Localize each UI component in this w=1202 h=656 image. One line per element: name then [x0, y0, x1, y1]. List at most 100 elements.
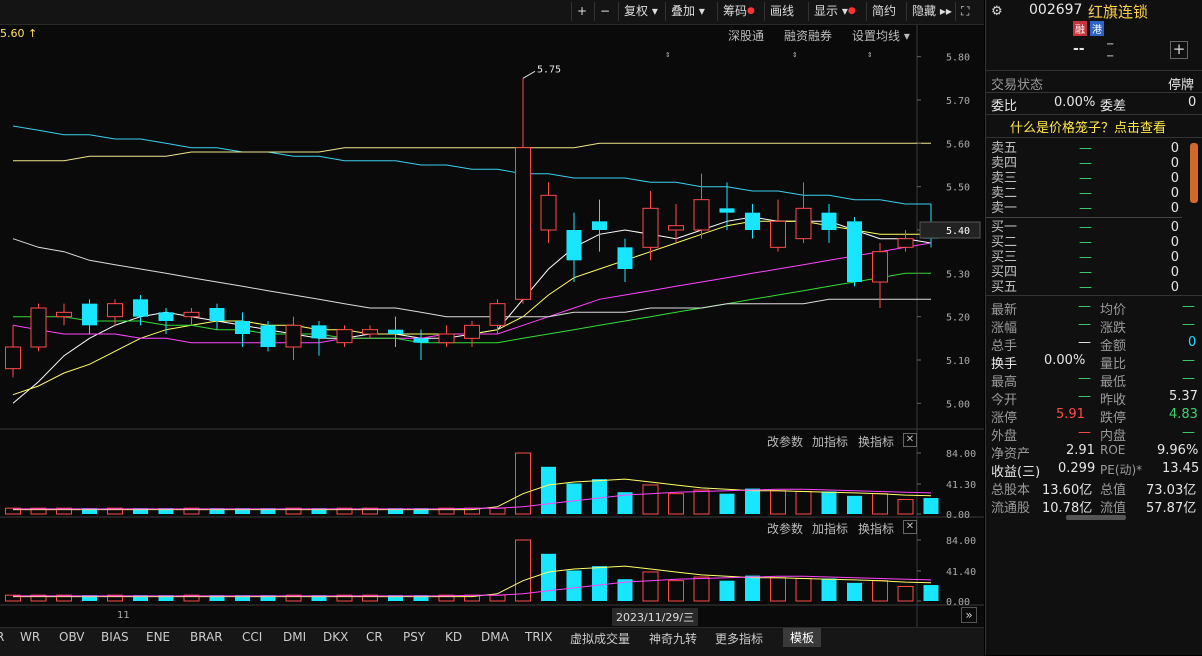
vol-change-param-button[interactable]: 改参数: [767, 433, 803, 450]
fuquan-menu[interactable]: 复权 ▾: [618, 2, 663, 21]
diejia-menu[interactable]: 叠加 ▾: [665, 2, 710, 21]
volume-bar: [770, 490, 786, 515]
y-tick-label: 5.50: [946, 183, 970, 194]
candle-body: [897, 238, 914, 248]
candle-body: [260, 325, 276, 347]
ind-change-param-button[interactable]: 改参数: [767, 520, 803, 537]
limit-up-value: 5.91: [1056, 407, 1085, 422]
ma-settings-link[interactable]: 设置均线 ▾: [852, 27, 910, 44]
zoom-in-button[interactable]: +: [571, 2, 592, 21]
price-cage-link[interactable]: 什么是价格笼子？点击查看: [1010, 117, 1166, 136]
vol-add-indicator-button[interactable]: 加指标: [812, 433, 848, 450]
volume-bar: [515, 539, 531, 602]
caret-down-icon: ▾: [651, 4, 658, 18]
add-watchlist-button[interactable]: +: [1170, 41, 1188, 59]
candle-body: [693, 199, 710, 231]
volume-bar: [923, 585, 939, 601]
candle-body: [285, 324, 302, 348]
orderbook-scrollbar[interactable]: [1190, 143, 1198, 203]
tab-dmi[interactable]: DMI: [283, 630, 306, 644]
tab-nine-turn[interactable]: 神奇九转: [649, 630, 697, 647]
candle-body: [515, 147, 531, 300]
tab-ene[interactable]: ENE: [146, 630, 170, 644]
amount-value: 0: [1188, 335, 1197, 350]
tab-wr[interactable]: WR: [20, 630, 40, 644]
marker-icon: ⇕: [867, 50, 872, 60]
close-icon[interactable]: ✕: [903, 520, 917, 534]
low-value: —: [1182, 371, 1195, 386]
price-tag: 5.60 ↑: [0, 27, 38, 40]
ind-switch-indicator-button[interactable]: 换指标: [858, 520, 894, 537]
change-value: —: [1182, 317, 1195, 332]
candle-body: [183, 311, 200, 318]
yincang-button[interactable]: 隐藏 ▸▸: [906, 2, 957, 21]
tab-dkx[interactable]: DKX: [323, 630, 348, 644]
tab-more-indicators[interactable]: 更多指标: [715, 630, 763, 647]
tab-obv[interactable]: OBV: [59, 630, 85, 644]
volume-bar: [795, 577, 812, 602]
ask-row-4: 卖四 —0: [991, 156, 1179, 171]
rongzi-link[interactable]: 融资融券: [784, 27, 832, 44]
tab-r[interactable]: R: [0, 630, 4, 644]
candle-body: [413, 338, 429, 343]
jianyue-button[interactable]: 简约: [866, 2, 901, 21]
y-tick-label: 5.30: [946, 269, 970, 280]
avg-price-label: 均价: [1100, 303, 1127, 318]
volume-bar: [847, 582, 862, 601]
volume-bar: [719, 493, 735, 514]
candle-body: [745, 212, 760, 230]
vol-switch-indicator-button[interactable]: 换指标: [858, 433, 894, 450]
bid-row-4: 买四 —0: [991, 265, 1179, 280]
candle-body: [540, 194, 557, 231]
volume-bar: [821, 578, 837, 601]
settings-icon[interactable]: ⚙: [991, 4, 1003, 19]
candlestick: [260, 321, 276, 352]
y-tick-label: 5.00: [946, 399, 970, 410]
volume-bar: [566, 483, 582, 514]
panel-collapse-handle[interactable]: [1066, 515, 1126, 520]
tab-bias[interactable]: BIAS: [101, 630, 129, 644]
high-label: 最高: [991, 375, 1018, 390]
volume-value: —: [1078, 335, 1091, 350]
chart-toolbar: + − 复权 ▾ 叠加 ▾ 筹码● 画线 显示 ▾● 简约 隐藏 ▸▸ ⛶: [0, 0, 984, 25]
tab-dma[interactable]: DMA: [481, 630, 509, 644]
candle-body: [872, 251, 888, 283]
up-arrow-icon: ↑: [28, 27, 38, 40]
market-cap-label: 总值: [1100, 483, 1127, 498]
huaxian-button[interactable]: 画线: [764, 2, 799, 21]
turnover-label: 换手: [991, 357, 1018, 372]
candle-body: [311, 325, 327, 339]
divider: [986, 70, 1202, 71]
volume-bar: [642, 484, 659, 515]
tab-cr[interactable]: CR: [366, 630, 383, 644]
notification-dot-icon: ●: [747, 6, 755, 16]
tab-template[interactable]: 模板: [783, 628, 822, 647]
chart-area[interactable]: 5.75 84.00 41.30 0.00 84.00 41.40 0.00 5.80 5…: [0, 25, 984, 627]
trade-status-value: 停牌: [1168, 78, 1195, 93]
bid-row-1: 买一 —0: [991, 220, 1179, 235]
weibi-value: 0.00%: [1054, 95, 1096, 110]
float-shares-value: 10.78亿: [1042, 501, 1093, 516]
volume-bar: [693, 489, 710, 515]
chouma-button[interactable]: 筹码●: [717, 2, 760, 21]
tab-brar[interactable]: BRAR: [190, 630, 223, 644]
candle-body: [668, 225, 684, 231]
fullscreen-icon[interactable]: ⛶: [955, 2, 974, 21]
shengutong-link[interactable]: 深股通: [728, 27, 764, 44]
tab-virtual-volume[interactable]: 虚拟成交量: [570, 630, 630, 647]
xianshi-menu[interactable]: 显示 ▾●: [808, 2, 861, 21]
total-shares-label: 总股本: [991, 483, 1031, 498]
candle-body: [133, 299, 148, 317]
eps-value: 0.299: [1058, 461, 1096, 476]
tab-kd[interactable]: KD: [445, 630, 462, 644]
ind-add-indicator-button[interactable]: 加指标: [812, 520, 848, 537]
ask-row-5: 卖五 —0: [991, 141, 1179, 156]
scroll-right-icon[interactable]: »: [961, 607, 977, 623]
tab-trix[interactable]: TRIX: [525, 630, 552, 644]
zoom-out-button[interactable]: −: [594, 2, 615, 21]
tab-cci[interactable]: CCI: [242, 630, 262, 644]
divider: [986, 114, 1202, 115]
inner-volume-value: —: [1182, 425, 1195, 440]
close-icon[interactable]: ✕: [903, 433, 917, 447]
tab-psy[interactable]: PSY: [403, 630, 425, 644]
